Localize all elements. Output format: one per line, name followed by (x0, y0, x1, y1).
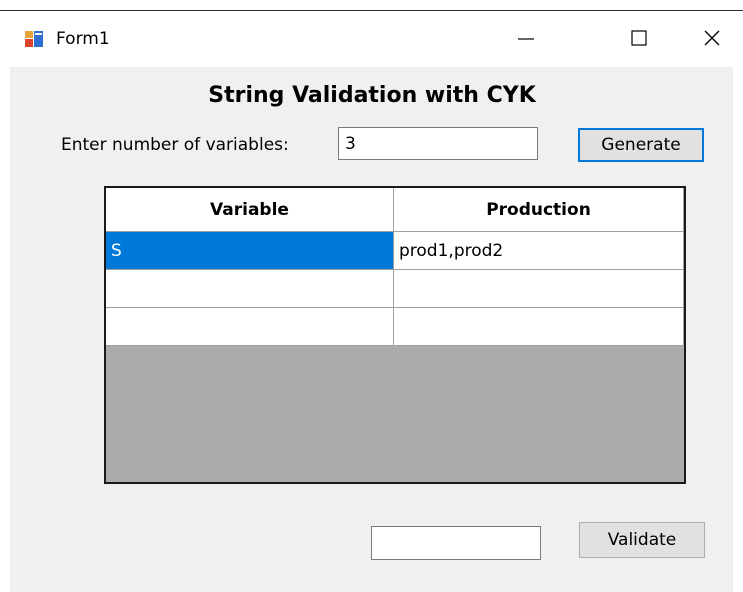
variables-count-input[interactable] (338, 127, 538, 160)
table-row[interactable] (106, 270, 684, 308)
close-icon (704, 30, 720, 46)
title-bar[interactable]: Form1 (0, 11, 743, 67)
grid-cell-production[interactable]: prod1,prod2 (394, 232, 684, 270)
grid-header-row: Variable Production (106, 188, 684, 232)
minimize-button[interactable] (503, 11, 549, 67)
table-row[interactable]: S prod1,prod2 (106, 232, 684, 270)
maximize-button[interactable] (616, 11, 662, 67)
column-header-variable[interactable]: Variable (106, 188, 394, 232)
winforms-app-icon (25, 31, 43, 47)
string-input[interactable] (371, 526, 541, 560)
column-header-production[interactable]: Production (394, 188, 684, 232)
grid-cell-variable[interactable] (106, 308, 394, 346)
window-title: Form1 (56, 29, 110, 49)
grid-cell-variable[interactable] (106, 270, 394, 308)
table-row[interactable] (106, 308, 684, 346)
minimize-icon (518, 38, 534, 40)
maximize-icon (631, 30, 647, 46)
validate-button[interactable]: Validate (579, 522, 705, 558)
variables-count-label: Enter number of variables: (61, 135, 289, 155)
page-title: String Validation with CYK (208, 83, 536, 108)
grid-cell-variable[interactable]: S (106, 232, 394, 270)
grid-cell-production[interactable] (394, 270, 684, 308)
form-client-area: String Validation with CYK Enter number … (10, 67, 733, 592)
generate-button[interactable]: Generate (578, 128, 704, 162)
grid-cell-production[interactable] (394, 308, 684, 346)
form1-window: Form1 String Validation with CYK Enter n… (0, 0, 743, 592)
productions-grid[interactable]: Variable Production S prod1,prod2 (104, 186, 686, 484)
close-button[interactable] (689, 11, 735, 67)
